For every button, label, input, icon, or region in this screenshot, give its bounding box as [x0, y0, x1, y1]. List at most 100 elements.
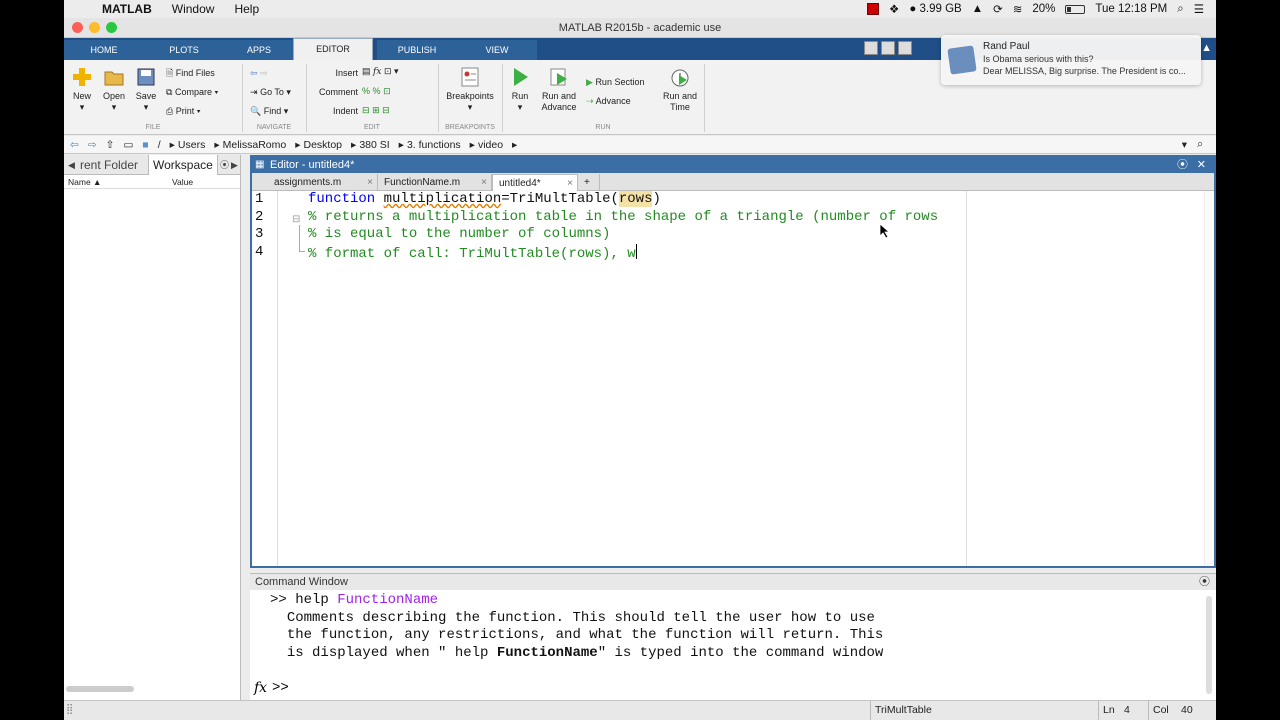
panel-menu-icon[interactable]: ⦿ [220, 155, 229, 175]
spotlight-search-icon[interactable]: ⌕ [1177, 3, 1183, 16]
smart-indent-icon[interactable]: ⊟ [362, 105, 370, 115]
tab-current-folder[interactable]: rent Folder [80, 155, 138, 175]
tab-workspace[interactable]: Workspace [148, 155, 218, 175]
path-root[interactable]: / [158, 139, 161, 151]
record-icon[interactable] [867, 3, 880, 15]
tab-editor[interactable]: EDITOR [293, 38, 373, 60]
close-tab-icon[interactable]: × [567, 175, 573, 192]
close-tab-icon[interactable]: × [481, 174, 487, 191]
storage-indicator[interactable]: ● 3.99 GB [909, 3, 961, 15]
nav-forward-icon[interactable]: ⇨ [88, 139, 97, 151]
breakpoints-label: Breakpoints [446, 91, 494, 101]
clock[interactable]: Tue 12:18 PM [1095, 3, 1167, 15]
tab-apps[interactable]: APPS [219, 40, 299, 60]
nav-back-icon[interactable]: ⇦ [70, 139, 79, 151]
panel-right-arrow-icon[interactable]: ▶ [231, 155, 238, 175]
comment-label[interactable]: Comment [308, 87, 358, 98]
new-tab-button[interactable]: + [578, 174, 600, 191]
tab-publish[interactable]: PUBLISH [377, 40, 457, 60]
function-browser-icon[interactable]: fx [254, 680, 267, 696]
increase-indent-icon[interactable]: ⊞ [372, 105, 380, 115]
tab-plots[interactable]: PLOTS [144, 40, 224, 60]
editor-actions-icon[interactable]: ⦿ [1177, 157, 1188, 173]
path-dropdown-icon[interactable]: ▾ [1182, 139, 1187, 151]
insert-section-icon[interactable]: ▤ [362, 66, 371, 76]
column-value[interactable]: Value [172, 177, 193, 187]
insert-block-icon[interactable]: ⊡ [384, 66, 392, 76]
wrap-comments-icon[interactable]: ⊡ [383, 86, 391, 96]
run-icon [514, 68, 528, 86]
dropbox-icon[interactable]: ❖ [889, 2, 899, 16]
battery-percent[interactable]: 20% [1032, 3, 1055, 15]
minimize-window-icon[interactable] [89, 22, 100, 33]
quick-cut-icon[interactable] [898, 41, 912, 55]
tab-functionname[interactable]: FunctionName.m × [378, 174, 492, 191]
comment-icon[interactable]: % [362, 86, 370, 96]
path-user[interactable]: MelissaRomo [223, 139, 287, 151]
column-name[interactable]: Name ▲ [68, 177, 101, 187]
close-window-icon[interactable] [72, 22, 83, 33]
vertical-scrollbar[interactable] [1204, 191, 1214, 566]
browse-folder-icon[interactable]: ▭ [123, 139, 133, 151]
notification-banner[interactable]: Rand Paul Is Obama serious with this? De… [941, 35, 1201, 85]
command-output[interactable]: >> help FunctionName Comments describing… [270, 592, 883, 680]
command-scrollbar[interactable] [1206, 596, 1212, 694]
expand-toolstrip-icon[interactable]: ▲ [1201, 42, 1212, 54]
tab-untitled4[interactable]: untitled4* × [492, 174, 578, 191]
battery-icon[interactable] [1065, 4, 1086, 14]
back-forward-nav[interactable]: ⇦ ⇨ [250, 68, 268, 79]
open-button[interactable]: Open ▾ [100, 66, 128, 113]
find-button[interactable]: 🔍 Find ▾ [250, 106, 288, 117]
uncomment-icon[interactable]: % [373, 86, 381, 96]
command-prompt[interactable]: >> [272, 680, 289, 696]
path-course[interactable]: 380 SI [359, 139, 389, 151]
tab-view[interactable]: VIEW [457, 40, 537, 60]
horizontal-scrollbar[interactable] [66, 686, 134, 692]
save-button[interactable]: Save ▾ [132, 66, 160, 113]
tab-assignments[interactable]: assignments.m × [268, 174, 378, 191]
indent-label[interactable]: Indent [316, 106, 358, 117]
panel-left-arrow-icon[interactable]: ◀ [68, 155, 75, 175]
notification-center-icon[interactable]: ☰ [1194, 2, 1204, 16]
menu-app-name[interactable]: MATLAB [92, 0, 162, 18]
insert-label[interactable]: Insert [316, 68, 358, 79]
menu-help[interactable]: Help [224, 0, 269, 18]
drive-icon[interactable]: ▲ [972, 3, 983, 15]
run-and-advance-button[interactable]: Run and Advance [538, 66, 580, 113]
advance-button[interactable]: ⇢ Advance [586, 96, 631, 107]
insert-function-icon[interactable]: fx [373, 67, 381, 77]
find-files-label: Find Files [175, 68, 215, 78]
path-functions[interactable]: 3. functions [407, 139, 461, 151]
status-line-label: Ln [1098, 701, 1115, 720]
close-editor-icon[interactable]: ✕ [1197, 157, 1206, 173]
compare-button[interactable]: ⧉ Compare ▾ [166, 87, 218, 98]
new-button[interactable]: New ▾ [68, 66, 96, 113]
goto-button[interactable]: ⇥ Go To ▾ [250, 87, 291, 98]
line-number: 1 [255, 191, 264, 207]
decrease-indent-icon[interactable]: ⊟ [382, 105, 390, 115]
close-tab-icon[interactable]: × [367, 174, 373, 191]
sync-icon[interactable]: ⟳ [993, 2, 1003, 16]
wifi-icon[interactable]: ≋ [1013, 2, 1023, 16]
path-separator: ▸ [398, 138, 404, 151]
path-desktop[interactable]: Desktop [304, 139, 343, 151]
quick-print-icon[interactable] [881, 41, 895, 55]
menubar-status-area: ❖ ● 3.99 GB ▲ ⟳ ≋ 20% Tue 12:18 PM ⌕ ☰ [867, 0, 1216, 18]
breakpoints-button[interactable]: Breakpoints ▾ [442, 66, 498, 113]
search-icon[interactable]: ⌕ [1197, 138, 1203, 151]
print-button[interactable]: ⎙ Print ▾ [166, 106, 201, 117]
path-video[interactable]: video [478, 139, 503, 151]
tab-home[interactable]: HOME [64, 40, 144, 60]
run-section-button[interactable]: ▶ Run Section [586, 77, 644, 88]
code-area[interactable]: 1 2 3 4 ⊟ function multiplication=TriMul… [252, 191, 1214, 566]
run-button[interactable]: Run ▾ [506, 66, 534, 113]
zoom-window-icon[interactable] [106, 22, 117, 33]
menu-window[interactable]: Window [162, 0, 225, 18]
path-users[interactable]: Users [178, 139, 205, 151]
up-folder-icon[interactable]: ⇧ [106, 139, 115, 151]
find-files-button[interactable]: 🗎 Find Files [166, 68, 215, 79]
quick-save-icon[interactable] [864, 41, 878, 55]
nav-back-icon: ⇦ [250, 68, 258, 78]
run-and-time-button[interactable]: Run and Time [660, 66, 700, 113]
command-window-actions-icon[interactable]: ⦿ [1199, 574, 1210, 590]
